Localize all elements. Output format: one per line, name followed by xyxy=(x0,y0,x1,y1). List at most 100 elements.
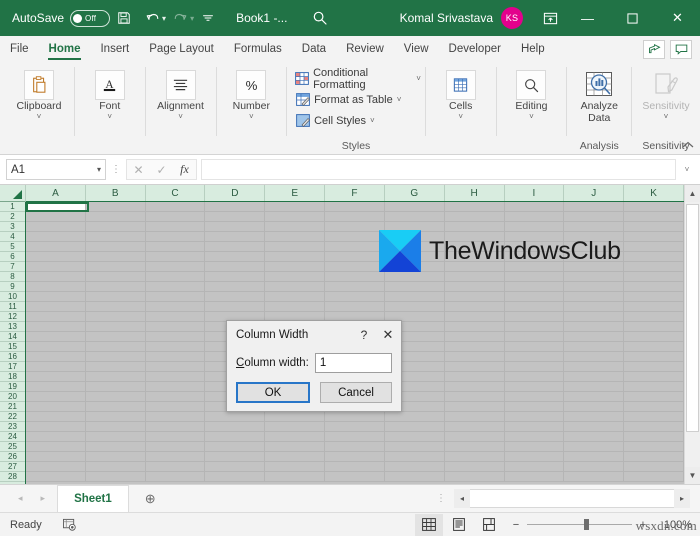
ok-button[interactable]: OK xyxy=(236,382,310,403)
cell-D2[interactable] xyxy=(205,212,266,222)
cell-J17[interactable] xyxy=(564,362,625,372)
cell-B12[interactable] xyxy=(85,312,146,322)
cell-K15[interactable] xyxy=(624,342,684,352)
cell-G26[interactable] xyxy=(384,452,445,462)
cell-F5[interactable] xyxy=(325,242,385,252)
column-header-K[interactable]: K xyxy=(624,185,684,201)
vertical-scroll-thumb[interactable] xyxy=(686,204,699,432)
cell-G22[interactable] xyxy=(384,412,445,422)
cancel-formula-icon[interactable]: ✕ xyxy=(127,160,150,179)
cell-K22[interactable] xyxy=(624,412,684,422)
conditional-formatting-chevron-down-icon[interactable]: ˅ xyxy=(416,74,421,83)
column-header-E[interactable]: E xyxy=(265,185,326,201)
cell-E28[interactable] xyxy=(265,472,326,482)
cell-C8[interactable] xyxy=(145,272,206,282)
cell-B24[interactable] xyxy=(85,432,146,442)
cell-H12[interactable] xyxy=(444,312,505,322)
cell-J27[interactable] xyxy=(564,462,625,472)
cell-D9[interactable] xyxy=(205,282,266,292)
row-header-19[interactable]: 19 xyxy=(0,382,25,392)
cell-C10[interactable] xyxy=(145,292,206,302)
cell-H8[interactable] xyxy=(444,272,505,282)
cell-H24[interactable] xyxy=(444,432,505,442)
cell-A8[interactable] xyxy=(26,272,86,282)
column-header-I[interactable]: I xyxy=(504,185,565,201)
cell-F26[interactable] xyxy=(325,452,385,462)
scroll-down-arrow-icon[interactable]: ▼ xyxy=(685,467,700,484)
cell-F28[interactable] xyxy=(325,472,385,482)
cell-K3[interactable] xyxy=(624,222,684,232)
cell-B15[interactable] xyxy=(85,342,146,352)
cell-B26[interactable] xyxy=(85,452,146,462)
cell-B27[interactable] xyxy=(85,462,146,472)
cell-F1[interactable] xyxy=(325,202,385,212)
cell-I16[interactable] xyxy=(504,352,565,362)
cell-J11[interactable] xyxy=(564,302,625,312)
zoom-slider-thumb[interactable] xyxy=(584,519,589,530)
save-icon[interactable] xyxy=(110,4,138,32)
cell-K23[interactable] xyxy=(624,422,684,432)
cell-C25[interactable] xyxy=(145,442,206,452)
cell-styles-chevron-down-icon[interactable]: ˅ xyxy=(370,116,375,125)
cell-I14[interactable] xyxy=(504,332,565,342)
cell-C14[interactable] xyxy=(145,332,206,342)
cell-J8[interactable] xyxy=(564,272,625,282)
cell-E2[interactable] xyxy=(265,212,326,222)
column-width-input[interactable]: 1 xyxy=(314,353,392,373)
cell-B11[interactable] xyxy=(85,302,146,312)
row-header-26[interactable]: 26 xyxy=(0,452,25,462)
font-button[interactable]: A Font ˅ xyxy=(79,68,141,121)
cell-H26[interactable] xyxy=(444,452,505,462)
cell-J2[interactable] xyxy=(564,212,625,222)
cell-I12[interactable] xyxy=(504,312,565,322)
row-header-20[interactable]: 20 xyxy=(0,392,25,402)
cell-A3[interactable] xyxy=(26,222,86,232)
sheet-tab-sheet1[interactable]: Sheet1 xyxy=(57,485,129,512)
cell-F27[interactable] xyxy=(325,462,385,472)
cell-F8[interactable] xyxy=(325,272,385,282)
page-break-preview-icon[interactable] xyxy=(475,514,503,536)
cell-C7[interactable] xyxy=(145,262,206,272)
cell-D11[interactable] xyxy=(205,302,266,312)
cell-D8[interactable] xyxy=(205,272,266,282)
editing-chevron-down-icon[interactable]: ˅ xyxy=(529,113,534,121)
row-header-10[interactable]: 10 xyxy=(0,292,25,302)
cell-H17[interactable] xyxy=(444,362,505,372)
column-header-H[interactable]: H xyxy=(444,185,505,201)
cell-K6[interactable] xyxy=(624,252,684,262)
cell-D22[interactable] xyxy=(205,412,266,422)
cell-F10[interactable] xyxy=(325,292,385,302)
cell-F22[interactable] xyxy=(325,412,385,422)
row-header-22[interactable]: 22 xyxy=(0,412,25,422)
tab-insert[interactable]: Insert xyxy=(90,36,139,62)
cell-B20[interactable] xyxy=(85,392,146,402)
cell-K26[interactable] xyxy=(624,452,684,462)
cell-E6[interactable] xyxy=(265,252,326,262)
cell-B9[interactable] xyxy=(85,282,146,292)
cell-D7[interactable] xyxy=(205,262,266,272)
cell-A15[interactable] xyxy=(26,342,86,352)
cell-D28[interactable] xyxy=(205,472,266,482)
cell-I22[interactable] xyxy=(504,412,565,422)
cell-I26[interactable] xyxy=(504,452,565,462)
cell-F23[interactable] xyxy=(325,422,385,432)
cell-B10[interactable] xyxy=(85,292,146,302)
column-header-C[interactable]: C xyxy=(145,185,206,201)
cell-I9[interactable] xyxy=(504,282,565,292)
cells-button[interactable]: Cells ˅ xyxy=(430,68,492,121)
cell-B5[interactable] xyxy=(85,242,146,252)
cell-H1[interactable] xyxy=(444,202,505,212)
cell-C1[interactable] xyxy=(145,202,206,212)
cell-K11[interactable] xyxy=(624,302,684,312)
cell-I11[interactable] xyxy=(504,302,565,312)
row-header-23[interactable]: 23 xyxy=(0,422,25,432)
cell-I8[interactable] xyxy=(504,272,565,282)
insert-function-icon[interactable]: fx xyxy=(173,160,196,179)
cell-D23[interactable] xyxy=(205,422,266,432)
cell-J1[interactable] xyxy=(564,202,625,212)
row-header-15[interactable]: 15 xyxy=(0,342,25,352)
avatar[interactable]: KS xyxy=(501,7,523,29)
cell-H10[interactable] xyxy=(444,292,505,302)
cell-G8[interactable] xyxy=(384,272,445,282)
cell-D24[interactable] xyxy=(205,432,266,442)
